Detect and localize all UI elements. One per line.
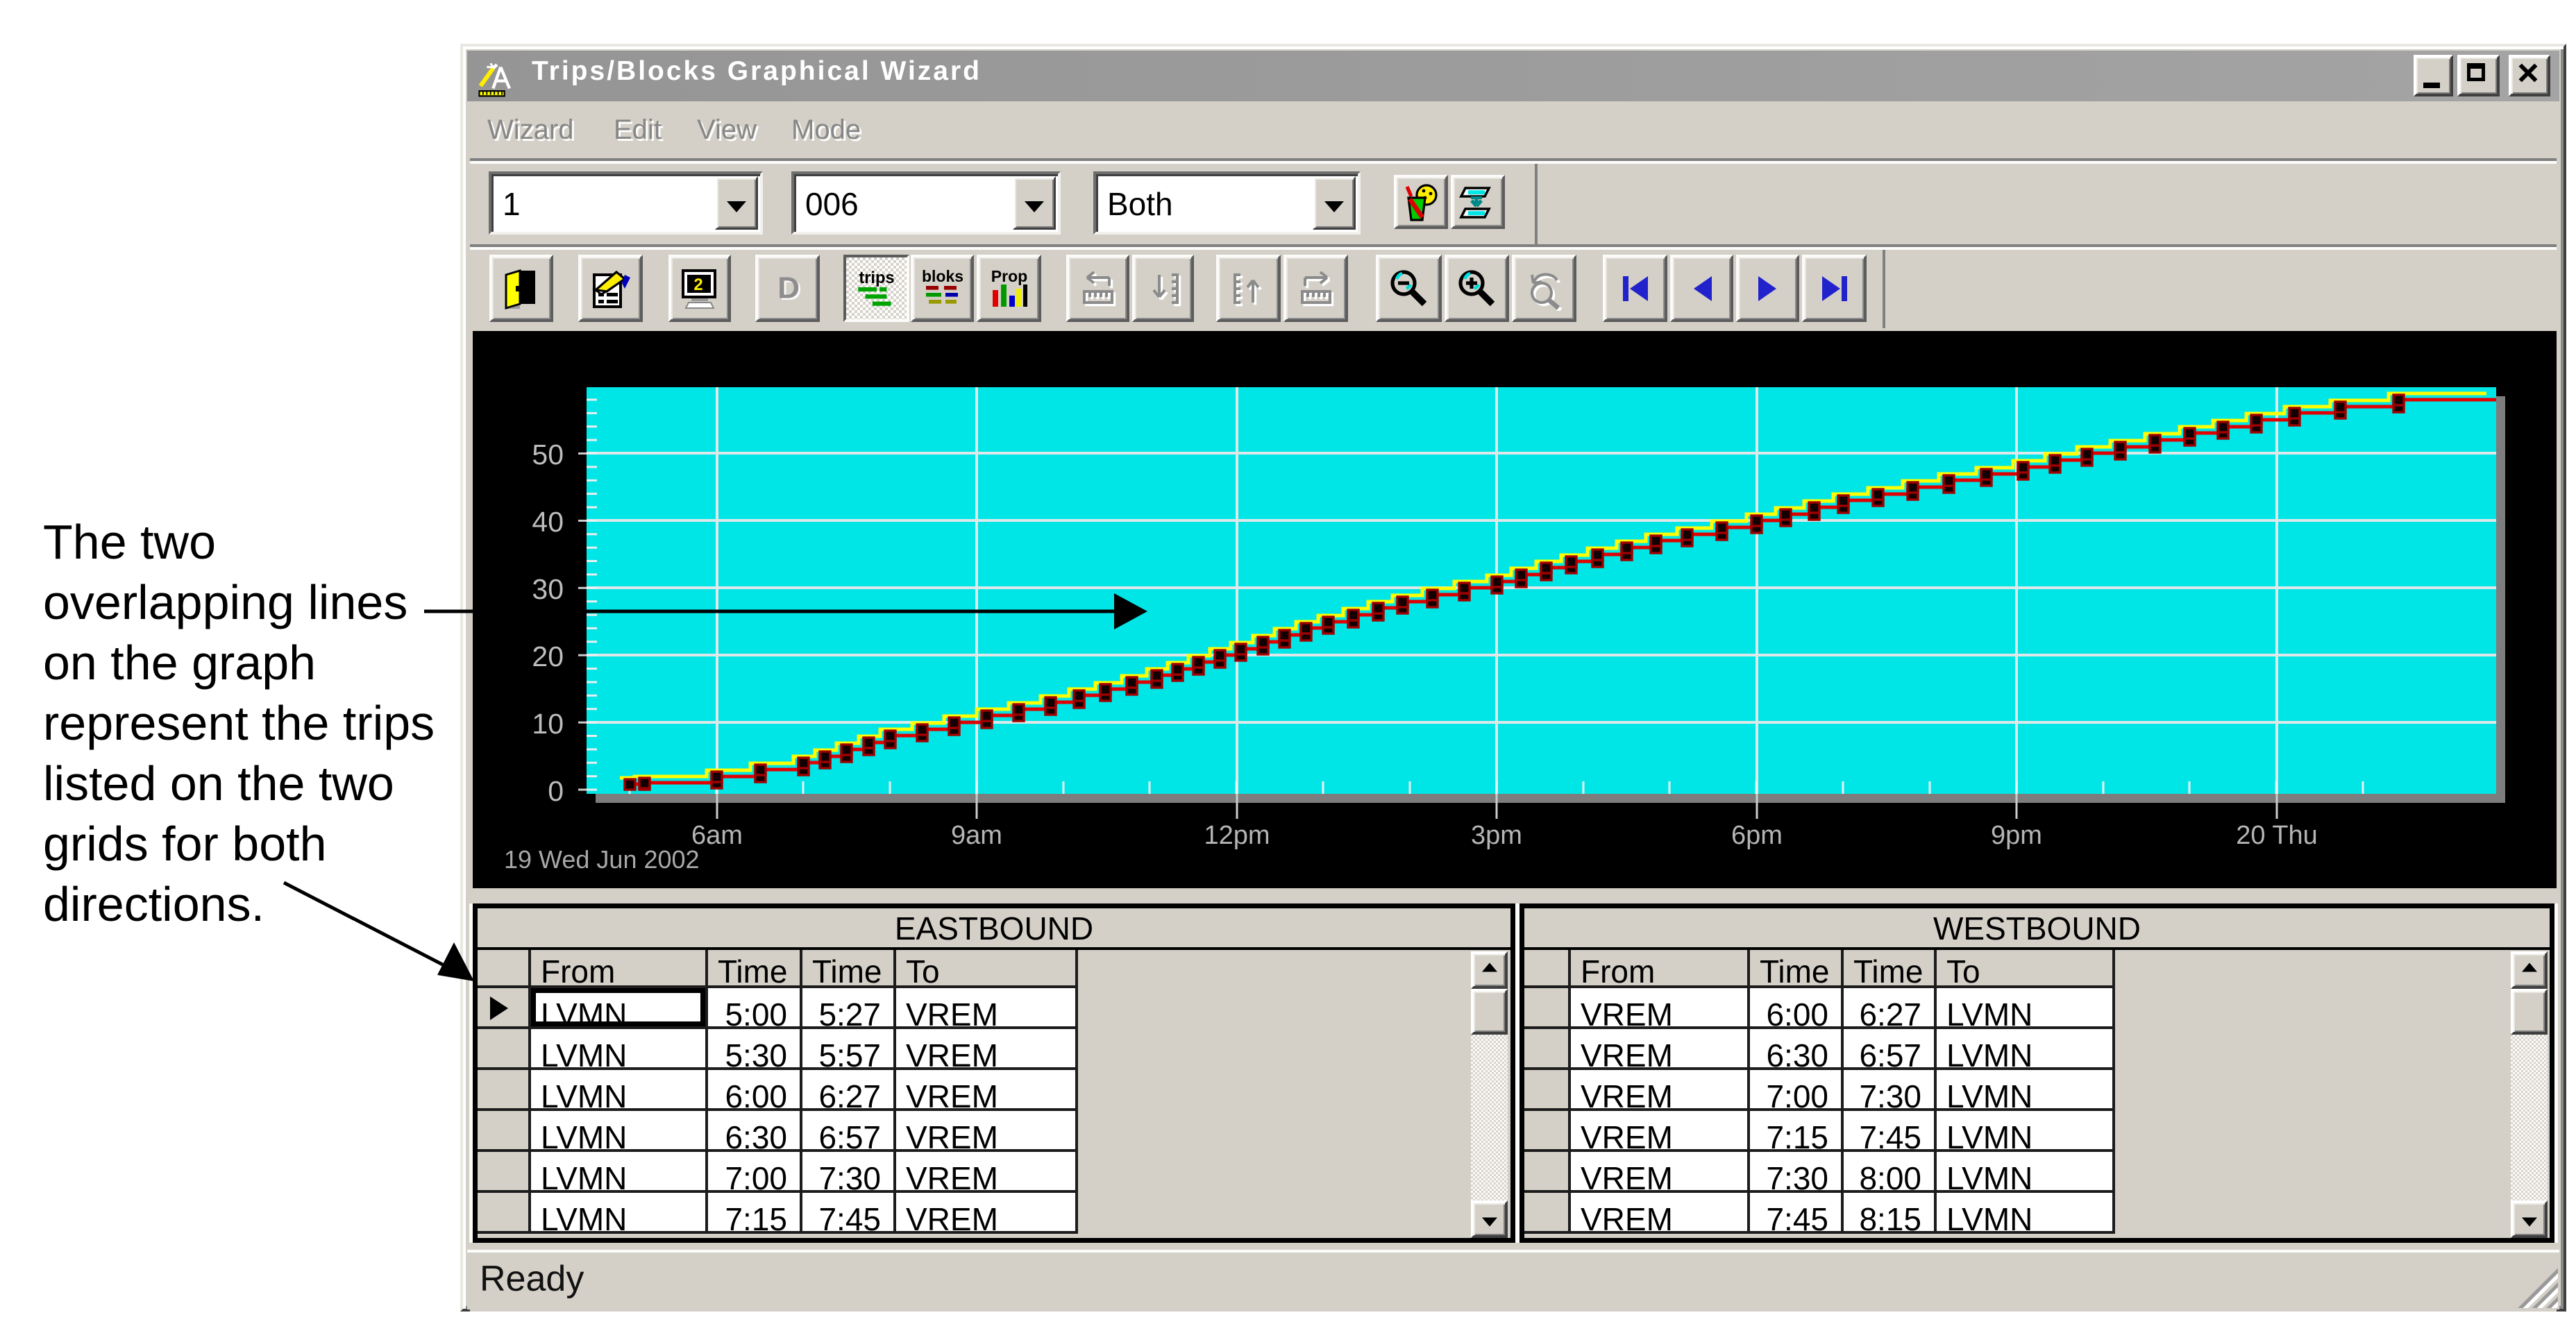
svg-text:12pm: 12pm [1204, 821, 1270, 850]
svg-text:20: 20 [532, 640, 564, 672]
svg-text:9am: 9am [951, 821, 1002, 850]
svg-text:6pm: 6pm [1731, 821, 1783, 850]
svg-text:20 Thu: 20 Thu [2236, 821, 2318, 850]
svg-text:bloks: bloks [921, 267, 963, 285]
svg-text:Prop: Prop [991, 267, 1027, 285]
svg-text:50: 50 [532, 439, 564, 470]
svg-text:2: 2 [693, 275, 702, 294]
svg-text:3pm: 3pm [1471, 821, 1522, 850]
svg-text:19 Wed Jun 2002: 19 Wed Jun 2002 [504, 845, 700, 874]
svg-text:40: 40 [532, 506, 564, 538]
svg-text:0: 0 [548, 775, 564, 807]
svg-text:9pm: 9pm [1991, 821, 2042, 850]
svg-text:trips: trips [859, 269, 894, 287]
svg-text:10: 10 [532, 708, 564, 740]
svg-text:30: 30 [532, 573, 564, 605]
svg-text:D: D [777, 271, 800, 305]
